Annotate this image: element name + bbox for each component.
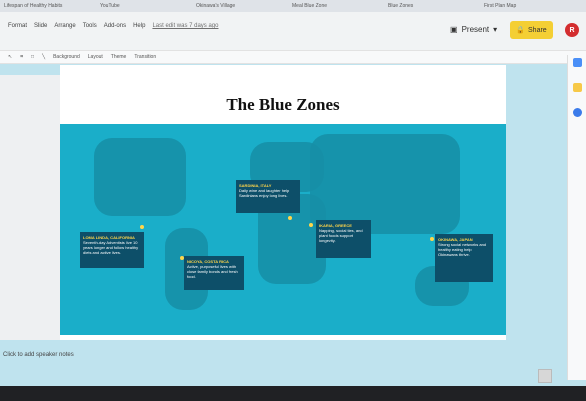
menu-bar: Format Slide Arrange Tools Add-ons Help … bbox=[8, 23, 218, 29]
loma-linda-pin[interactable] bbox=[140, 225, 144, 229]
okinawa-pin[interactable] bbox=[430, 237, 434, 241]
last-edit-link[interactable]: Last edit was 7 days ago bbox=[152, 23, 218, 29]
tab-6[interactable]: First Plan Map bbox=[480, 1, 576, 11]
north-america-shape bbox=[94, 138, 186, 216]
taskbar bbox=[0, 386, 586, 401]
ikaria-pin[interactable] bbox=[309, 223, 313, 227]
menu-add-ons[interactable]: Add-ons bbox=[104, 23, 126, 29]
menu-arrange[interactable]: Arrange bbox=[54, 23, 75, 29]
speaker-notes[interactable]: Click to add speaker notes bbox=[3, 352, 74, 358]
callout-ikaria[interactable]: IKARIA, GREECE Napping, social ties, and… bbox=[316, 220, 371, 258]
share-label: Share bbox=[528, 26, 547, 34]
callout-okinawa[interactable]: OKINAWA, JAPAN Strong social networks an… bbox=[435, 234, 493, 282]
menu-tools[interactable]: Tools bbox=[83, 23, 97, 29]
browser-window: Lifespan of Healthy Habits YouTube Okina… bbox=[0, 0, 586, 401]
grid-view-button[interactable] bbox=[538, 369, 552, 383]
menu-slide[interactable]: Slide bbox=[34, 23, 47, 29]
shape-icon[interactable]: □ bbox=[31, 54, 34, 60]
callout-sardinia[interactable]: SARDINIA, ITALY Daily wine and laughter … bbox=[236, 180, 300, 213]
chevron-down-icon[interactable]: ▾ bbox=[493, 25, 497, 34]
lock-icon: 🔒 bbox=[516, 27, 526, 34]
tab-3[interactable]: Okinawa's Village bbox=[192, 1, 288, 11]
tasks-icon[interactable] bbox=[573, 108, 582, 117]
share-button[interactable]: 🔒 Share bbox=[510, 21, 553, 39]
callout-text: Active, purposeful lives with close fami… bbox=[187, 264, 238, 279]
callout-nicoya[interactable]: NICOYA, COSTA RICA Active, purposeful li… bbox=[184, 256, 244, 290]
present-control[interactable]: ▣ Present ▾ bbox=[450, 25, 497, 34]
callout-text: Daily wine and laughter help Sardinians … bbox=[239, 188, 290, 198]
world-map[interactable]: LOMA LINDA, CALIFORNIA Seventh-day Adven… bbox=[60, 124, 506, 335]
tab-1[interactable]: Lifespan of Healthy Habits bbox=[0, 1, 96, 11]
tab-2[interactable]: YouTube bbox=[96, 1, 192, 11]
cursor-icon[interactable]: ↖ bbox=[8, 54, 12, 60]
callout-loma-linda[interactable]: LOMA LINDA, CALIFORNIA Seventh-day Adven… bbox=[80, 232, 144, 268]
menu-help[interactable]: Help bbox=[133, 23, 145, 29]
menu-format[interactable]: Format bbox=[8, 23, 27, 29]
asia-shape bbox=[310, 134, 460, 234]
right-sidebar bbox=[567, 55, 586, 380]
keep-icon[interactable] bbox=[573, 83, 582, 92]
theme-button[interactable]: Theme bbox=[111, 54, 127, 60]
callout-text: Seventh-day Adventists live 10 years lon… bbox=[83, 240, 139, 255]
callout-text: Napping, social ties, and plant foods su… bbox=[319, 228, 363, 243]
transition-button[interactable]: Transition bbox=[134, 54, 156, 60]
present-icon: ▣ bbox=[450, 25, 458, 34]
avatar[interactable]: R bbox=[565, 23, 579, 37]
background-button[interactable]: Background bbox=[53, 54, 80, 60]
browser-tabs: Lifespan of Healthy Habits YouTube Okina… bbox=[0, 0, 586, 12]
select-icon[interactable]: ⌗ bbox=[20, 54, 23, 60]
sardinia-pin[interactable] bbox=[288, 216, 292, 220]
left-panel bbox=[0, 75, 60, 340]
callout-text: Strong social networks and healthy eatin… bbox=[438, 242, 487, 257]
tab-4[interactable]: Meal Blue Zone bbox=[288, 1, 384, 11]
editor-toolbar: ↖ ⌗ □ ╲ Background Layout Theme Transiti… bbox=[0, 50, 586, 64]
line-icon[interactable]: ╲ bbox=[42, 54, 45, 60]
slide-title[interactable]: The Blue Zones bbox=[60, 95, 506, 115]
calendar-icon[interactable] bbox=[573, 58, 582, 67]
layout-button[interactable]: Layout bbox=[88, 54, 103, 60]
tab-5[interactable]: Blue Zones bbox=[384, 1, 480, 11]
present-label: Present bbox=[461, 25, 490, 34]
